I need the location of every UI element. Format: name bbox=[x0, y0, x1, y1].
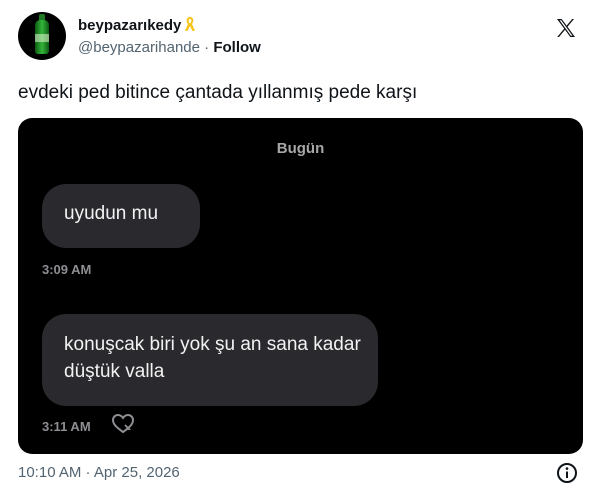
author-handle-row: @beypazarihande · Follow bbox=[78, 39, 261, 56]
separator-dot: · bbox=[204, 39, 210, 56]
message-time: 3:11 AM bbox=[42, 419, 91, 434]
message-text: uyudun mu bbox=[64, 203, 159, 224]
tweet-text: evdeki ped bitince çantada yıllanmış ped… bbox=[18, 82, 418, 103]
x-logo-icon[interactable] bbox=[554, 16, 578, 40]
display-name[interactable]: beypazarıkedy bbox=[78, 17, 181, 34]
message-bubble: uyudun mu bbox=[42, 184, 200, 248]
chat-date-header: Bugün bbox=[276, 140, 325, 157]
yellow-ribbon-icon bbox=[183, 16, 197, 36]
heart-reaction-icon bbox=[111, 413, 135, 434]
avatar-bottle-label bbox=[35, 34, 49, 42]
tweet-media-screenshot[interactable]: Bugün uyudun mu 3:09 AM konuşcak biri yo… bbox=[18, 118, 583, 454]
tweet-header: beypazarıkedy @beypazarihande · Follow bbox=[18, 12, 584, 66]
message-bubble: konuşcak biri yok şu an sana kadar düştü… bbox=[42, 314, 378, 406]
message-time: 3:09 AM bbox=[42, 262, 92, 277]
author-handle[interactable]: @beypazarihande bbox=[78, 39, 200, 56]
info-icon[interactable] bbox=[556, 462, 578, 484]
tweet-timestamp[interactable]: 10:10 AM · Apr 25, 2026 bbox=[18, 464, 180, 481]
author-name-row[interactable]: beypazarıkedy bbox=[78, 16, 197, 36]
follow-button[interactable]: Follow bbox=[213, 39, 261, 56]
message-text: konuşcak biri yok şu an sana kadar düştü… bbox=[64, 334, 361, 382]
avatar[interactable] bbox=[18, 12, 66, 60]
